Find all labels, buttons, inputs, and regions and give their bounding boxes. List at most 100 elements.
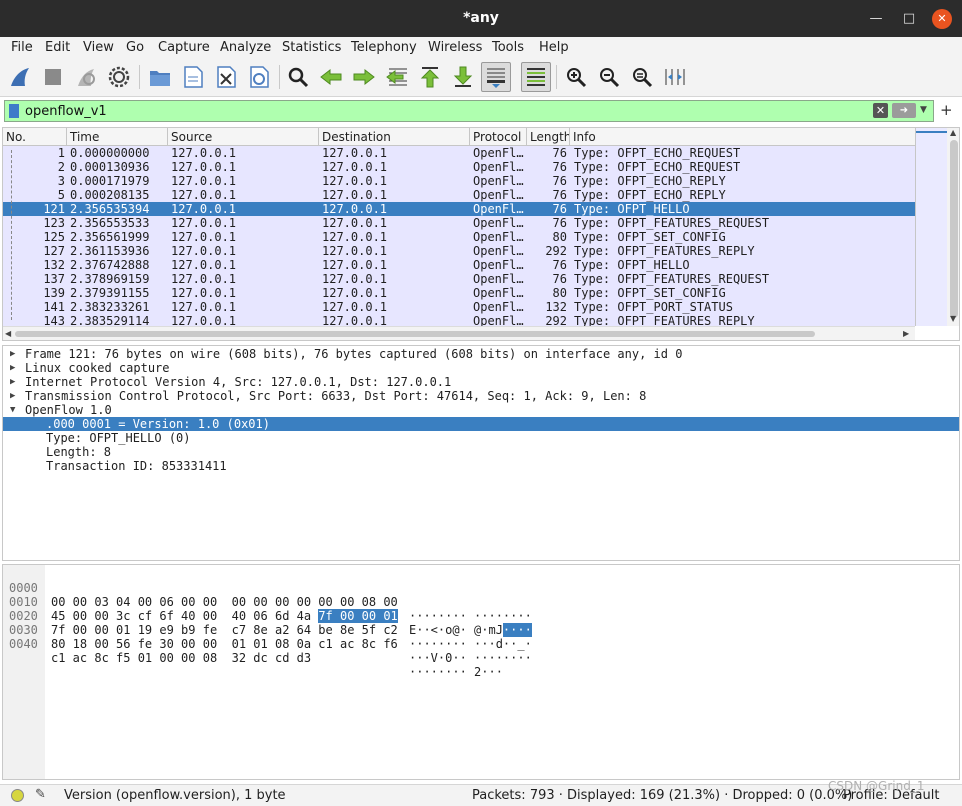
find-icon[interactable] bbox=[283, 62, 313, 92]
save-file-icon[interactable] bbox=[178, 62, 208, 92]
back-icon[interactable] bbox=[316, 62, 346, 92]
menu-wireless[interactable]: Wireless bbox=[428, 40, 482, 55]
scroll-left-icon[interactable]: ◀ bbox=[5, 329, 11, 338]
display-filter-input[interactable] bbox=[25, 102, 865, 120]
detail-row[interactable]: Length: 8 bbox=[3, 445, 959, 459]
column-header-no[interactable]: No. bbox=[3, 128, 67, 146]
close-icon[interactable]: ✕ bbox=[932, 9, 952, 29]
hex-ascii[interactable]: ········ 2··· bbox=[409, 665, 503, 679]
hex-bytes[interactable]: c1 ac 8c f5 01 00 00 08 32 dc cd d3 bbox=[51, 651, 311, 665]
close-file-icon[interactable] bbox=[211, 62, 241, 92]
menu-file[interactable]: File bbox=[11, 40, 33, 55]
resize-columns-icon[interactable] bbox=[660, 62, 690, 92]
packet-list-vertical-scrollbar[interactable]: ▲ ▼ bbox=[947, 128, 959, 326]
maximize-icon[interactable]: □ bbox=[899, 9, 919, 29]
packet-list-horizontal-scrollbar[interactable]: ◀ ▶ bbox=[3, 326, 915, 340]
packet-row[interactable]: 139 2.379391155 127.0.0.1 127.0.0.1 OpenFl… 8… bbox=[3, 286, 915, 300]
collapsed-arrow-icon[interactable]: ▶ bbox=[10, 361, 15, 375]
scroll-up-icon[interactable]: ▲ bbox=[950, 128, 956, 137]
hex-row[interactable]: 0010 45 00 00 3c cf 6f 40 00 40 06 6d 4a… bbox=[3, 581, 959, 637]
menu-go[interactable]: Go bbox=[126, 40, 144, 55]
goto-packet-icon[interactable] bbox=[382, 62, 412, 92]
detail-row[interactable]: Type: OFPT_HELLO (0) bbox=[3, 431, 959, 445]
hex-row[interactable]: 0020 7f 00 00 01 19 e9 b9 fe c7 8e a2 64… bbox=[3, 595, 959, 651]
packet-row[interactable]: 3 0.000171979 127.0.0.1 127.0.0.1 OpenFl… 76 T… bbox=[3, 174, 915, 188]
packet-row[interactable]: 123 2.356553533 127.0.0.1 127.0.0.1 OpenFl… 7… bbox=[3, 216, 915, 230]
colorize-icon[interactable] bbox=[521, 62, 551, 92]
packet-row[interactable]: 132 2.376742888 127.0.0.1 127.0.0.1 OpenFl… 7… bbox=[3, 258, 915, 272]
open-folder-icon[interactable] bbox=[145, 62, 175, 92]
stop-icon[interactable] bbox=[38, 62, 68, 92]
minimize-icon[interactable]: — bbox=[866, 9, 886, 29]
forward-icon[interactable] bbox=[349, 62, 379, 92]
packet-minimap[interactable] bbox=[915, 128, 947, 326]
packet-row[interactable]: 5 0.000208135 127.0.0.1 127.0.0.1 OpenFl… 76 T… bbox=[3, 188, 915, 202]
scroll-right-icon[interactable]: ▶ bbox=[903, 329, 909, 338]
menu-view[interactable]: View bbox=[83, 40, 114, 55]
packet-row[interactable]: 1 0.000000000 127.0.0.1 127.0.0.1 OpenFl… 76 T… bbox=[3, 146, 915, 160]
collapsed-arrow-icon[interactable]: ▶ bbox=[10, 389, 15, 403]
last-packet-icon[interactable] bbox=[448, 62, 478, 92]
shark-fin-start-icon[interactable] bbox=[5, 62, 35, 92]
edit-comment-icon[interactable]: ✎ bbox=[35, 787, 46, 802]
zoom-normal-icon[interactable] bbox=[627, 62, 657, 92]
packet-row[interactable]: 127 2.361153936 127.0.0.1 127.0.0.1 OpenFl… 2… bbox=[3, 244, 915, 258]
scroll-down-icon[interactable]: ▼ bbox=[950, 314, 956, 323]
collapsed-arrow-icon[interactable]: ▶ bbox=[10, 375, 15, 389]
zoom-in-icon[interactable] bbox=[561, 62, 591, 92]
autoscroll-icon[interactable] bbox=[481, 62, 511, 92]
chevron-down-icon[interactable]: ▼ bbox=[920, 103, 927, 118]
clear-filter-icon[interactable]: ✕ bbox=[873, 103, 888, 118]
collapsed-arrow-icon[interactable]: ▶ bbox=[10, 347, 15, 361]
zoom-out-icon[interactable] bbox=[594, 62, 624, 92]
detail-row[interactable]: ▶ Transmission Control Protocol, Src Port… bbox=[3, 389, 959, 403]
detail-row[interactable]: Transaction ID: 853331411 bbox=[3, 459, 959, 473]
detail-row[interactable]: ▶ Linux cooked capture bbox=[3, 361, 959, 375]
column-header-info[interactable]: Info bbox=[570, 128, 915, 146]
menu-analyze[interactable]: Analyze bbox=[220, 40, 271, 55]
packet-row[interactable]: 137 2.378969159 127.0.0.1 127.0.0.1 OpenFl… 7… bbox=[3, 272, 915, 286]
options-gear-icon[interactable] bbox=[104, 62, 134, 92]
status-packet-counts[interactable]: Packets: 793 · Displayed: 169 (21.3%) · … bbox=[472, 788, 852, 803]
menu-statistics[interactable]: Statistics bbox=[282, 40, 341, 55]
packet-row[interactable]: 141 2.383233261 127.0.0.1 127.0.0.1 OpenFl… 1… bbox=[3, 300, 915, 314]
packet-row[interactable]: 125 2.356561999 127.0.0.1 127.0.0.1 OpenFl… 8… bbox=[3, 230, 915, 244]
detail-row[interactable]: .000 0001 = Version: 1.0 (0x01) bbox=[3, 417, 959, 431]
packet-cell-proto: OpenFl… bbox=[473, 188, 524, 202]
restart-icon[interactable] bbox=[71, 62, 101, 92]
hex-ascii[interactable]: ········ ···d··_· bbox=[409, 637, 532, 651]
column-header-destination[interactable]: Destination bbox=[319, 128, 470, 146]
column-header-source[interactable]: Source bbox=[168, 128, 319, 146]
detail-row[interactable]: ▶ Internet Protocol Version 4, Src: 127.0… bbox=[3, 375, 959, 389]
menu-tools[interactable]: Tools bbox=[492, 40, 524, 55]
expanded-arrow-icon[interactable]: ▼ bbox=[10, 403, 15, 417]
menu-capture[interactable]: Capture bbox=[158, 40, 210, 55]
expert-info-icon[interactable] bbox=[11, 789, 24, 802]
packet-cell-len: 292 bbox=[545, 244, 567, 258]
hex-row[interactable]: 0000 00 00 03 04 00 06 00 00 00 00 00 00… bbox=[3, 567, 959, 623]
scrollbar-thumb[interactable] bbox=[15, 331, 815, 337]
bookmark-icon[interactable] bbox=[9, 104, 19, 118]
hex-row[interactable]: 0030 80 18 00 56 fe 30 00 00 01 01 08 0a… bbox=[3, 609, 959, 665]
column-header-protocol[interactable]: Protocol bbox=[470, 128, 527, 146]
detail-row[interactable]: ▶ Frame 121: 76 bytes on wire (608 bits),… bbox=[3, 347, 959, 361]
column-header-length[interactable]: Length bbox=[527, 128, 570, 146]
menu-telephony[interactable]: Telephony bbox=[351, 40, 417, 55]
packet-cell-no: 139 bbox=[43, 286, 65, 300]
add-filter-button-icon[interactable]: + bbox=[940, 101, 953, 119]
reload-icon[interactable] bbox=[244, 62, 274, 92]
detail-row[interactable]: ▼ OpenFlow 1.0 bbox=[3, 403, 959, 417]
packet-row[interactable]: 2 0.000130936 127.0.0.1 127.0.0.1 OpenFl… 76 T… bbox=[3, 160, 915, 174]
hex-bytes[interactable]: 80 18 00 56 fe 30 00 00 01 01 08 0a c1 a… bbox=[51, 637, 398, 651]
packet-cell-dst: 127.0.0.1 bbox=[322, 258, 388, 272]
first-packet-icon[interactable] bbox=[415, 62, 445, 92]
packet-row[interactable]: 121 2.356535394 127.0.0.1 127.0.0.1 OpenFl… 7… bbox=[3, 202, 915, 216]
column-header-time[interactable]: Time bbox=[67, 128, 168, 146]
apply-filter-icon[interactable]: ➜ bbox=[892, 103, 916, 118]
scrollbar-thumb[interactable] bbox=[950, 140, 958, 318]
menu-help[interactable]: Help bbox=[539, 40, 569, 55]
menu-edit[interactable]: Edit bbox=[45, 40, 70, 55]
packet-cell-info: Type: OFPT_FEATURES_REPLY bbox=[574, 244, 755, 258]
hex-row[interactable]: 0040 c1 ac 8c f5 01 00 00 08 32 dc cd d3… bbox=[3, 623, 959, 679]
hex-ascii[interactable]: ···V·0·· ········ bbox=[409, 651, 532, 665]
